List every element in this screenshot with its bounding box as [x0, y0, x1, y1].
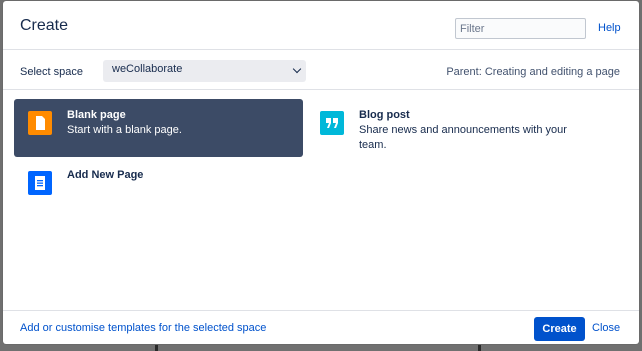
chevron-down-icon — [292, 64, 302, 74]
customise-templates-link[interactable]: Add or customise templates for the selec… — [20, 322, 266, 334]
create-button[interactable]: Create — [534, 317, 585, 341]
template-title: Add New Page — [67, 169, 144, 181]
help-link[interactable]: Help — [598, 22, 621, 34]
filter-input[interactable] — [455, 18, 586, 39]
template-add-new-page[interactable]: Add New Page — [14, 159, 303, 217]
template-blank-page[interactable]: Blank page Start with a blank page. — [14, 99, 303, 157]
quote-icon — [320, 111, 344, 135]
document-icon — [28, 171, 52, 195]
space-select[interactable]: weCollaborate — [103, 60, 306, 82]
close-link[interactable]: Close — [592, 322, 620, 334]
template-description: Share news and announcements with your t… — [359, 124, 567, 151]
template-title: Blank page — [67, 109, 126, 121]
parent-page-text: Parent: Creating and editing a page — [446, 66, 620, 78]
space-selector-bar: Select space weCollaborate Parent: Creat… — [3, 50, 639, 90]
create-dialog: Create Help Select space weCollaborate P… — [3, 1, 639, 344]
blank-page-icon — [28, 111, 52, 135]
template-blog-post[interactable]: Blog post Share news and announcements w… — [306, 99, 606, 157]
dialog-footer: Add or customise templates for the selec… — [3, 310, 639, 344]
template-title: Blog post — [359, 109, 410, 121]
dialog-header: Create Help — [3, 1, 639, 50]
background-mark — [155, 345, 158, 351]
select-space-label: Select space — [20, 66, 83, 78]
dialog-title: Create — [20, 17, 69, 34]
background-mark — [478, 345, 481, 351]
template-description: Start with a blank page. — [67, 124, 182, 136]
space-select-value: weCollaborate — [112, 63, 183, 75]
